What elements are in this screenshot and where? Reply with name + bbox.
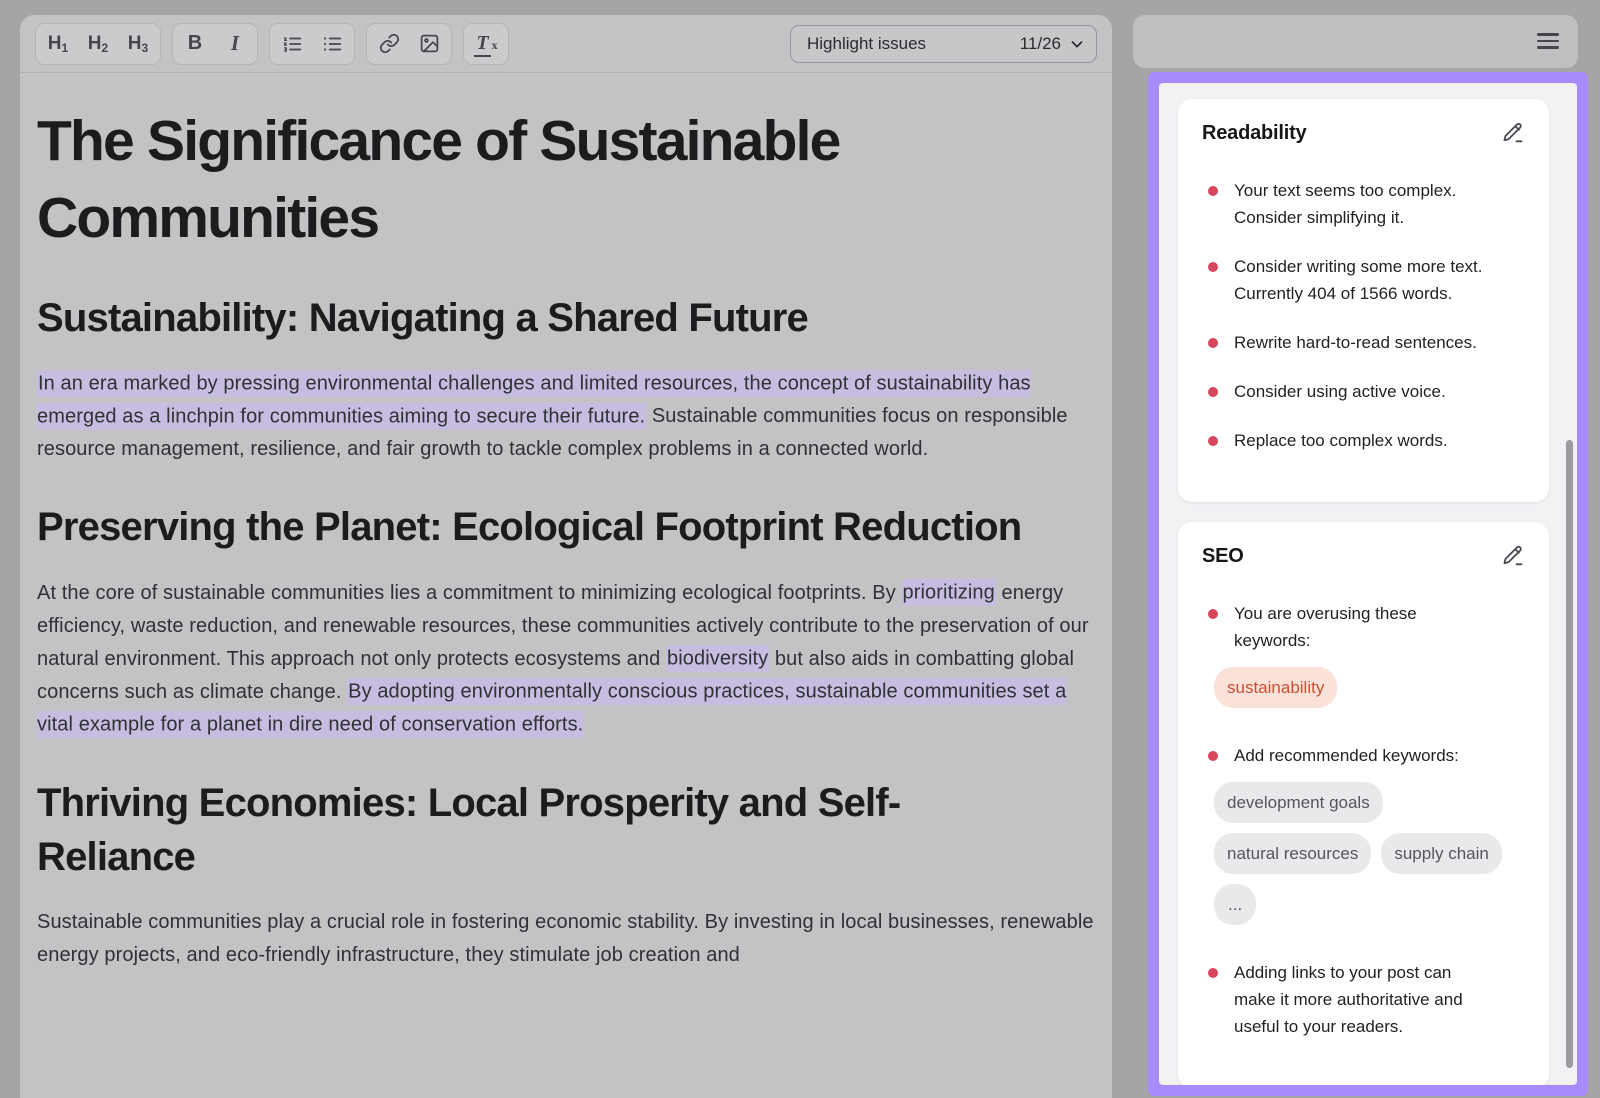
editor-toolbar: H1 H2 H3 B I [20, 15, 1112, 73]
issue-text: Consider using active voice. [1234, 378, 1490, 405]
bold-icon: B [188, 32, 202, 55]
h3-label: H [128, 33, 142, 55]
issue-item: Consider using active voice. [1202, 378, 1525, 405]
seo-card: SEO You are overusing these keywords:sus… [1178, 522, 1549, 1085]
doc-heading[interactable]: Thriving Economies: Local Prosperity and… [37, 776, 1037, 885]
list-button-group [269, 23, 355, 65]
issue-dot-icon [1208, 338, 1218, 348]
doc-heading[interactable]: Preserving the Planet: Ecological Footpr… [37, 500, 1037, 554]
highlight-issues-dropdown[interactable]: Highlight issues 11/26 [790, 25, 1097, 63]
image-button[interactable] [409, 26, 449, 62]
highlight-issues-label: Highlight issues [807, 34, 1020, 54]
h2-button[interactable]: H2 [78, 26, 118, 62]
issue-dot-icon [1208, 262, 1218, 272]
issue-dot-icon [1208, 387, 1218, 397]
document-body[interactable]: The Significance of Sustainable Communit… [20, 73, 1112, 972]
document-sections: Sustainability: Navigating a Shared Futu… [37, 291, 1095, 973]
issue-text: Your text seems too complex. Consider si… [1234, 177, 1490, 231]
issue-text: Consider writing some more text. Current… [1234, 253, 1490, 307]
issue-highlight[interactable]: biodiversity [666, 645, 769, 672]
keyword-pill[interactable]: development goals [1214, 782, 1383, 823]
keyword-pill[interactable]: supply chain [1381, 833, 1502, 874]
format-button-group: B I [172, 23, 258, 65]
app-window: H1 H2 H3 B I [0, 0, 1600, 1098]
issue-text: Add recommended keywords:development goa… [1234, 742, 1490, 937]
card-header: SEO [1202, 544, 1525, 568]
issues-count: 11/26 [1020, 34, 1061, 54]
issue-dot-icon [1208, 968, 1218, 978]
issue-dot-icon [1208, 751, 1218, 761]
issue-text: You are overusing these keywords:sustain… [1234, 600, 1490, 720]
doc-text[interactable]: Sustainable communities play a crucial r… [37, 911, 1094, 966]
panel-scrollbar[interactable] [1566, 440, 1573, 1068]
issue-dot-icon [1208, 186, 1218, 196]
link-button[interactable] [369, 26, 409, 62]
card-header: Readability [1202, 121, 1525, 145]
edit-pencil-icon[interactable] [1501, 121, 1525, 145]
doc-heading[interactable]: Sustainability: Navigating a Shared Futu… [37, 291, 1037, 345]
italic-icon: I [231, 31, 239, 56]
card-title: SEO [1202, 545, 1244, 568]
h1-button[interactable]: H1 [38, 26, 78, 62]
keyword-pills: sustainability [1214, 667, 1506, 708]
bold-button[interactable]: B [175, 26, 215, 62]
assistant-topbar [1133, 15, 1578, 68]
issue-highlight[interactable]: prioritizing [902, 579, 996, 606]
h1-label: H [48, 33, 62, 55]
menu-icon[interactable] [1537, 30, 1559, 52]
doc-paragraph[interactable]: Sustainable communities play a crucial r… [37, 906, 1095, 972]
assistant-panel: Readability Your text seems too complex.… [1159, 83, 1577, 1085]
heading-button-group: H1 H2 H3 [35, 23, 161, 65]
issue-item: Your text seems too complex. Consider si… [1202, 177, 1525, 231]
keyword-pills: development goals natural resourcessupply… [1214, 782, 1506, 925]
doc-paragraph[interactable]: At the core of sustainable communities l… [37, 577, 1095, 742]
ordered-list-icon [281, 33, 303, 55]
italic-button[interactable]: I [215, 26, 255, 62]
chevron-down-icon [1068, 35, 1086, 53]
issue-text: Rewrite hard-to-read sentences. [1234, 329, 1490, 356]
edit-pencil-icon[interactable] [1501, 544, 1525, 568]
h3-button[interactable]: H3 [118, 26, 158, 62]
keyword-pill[interactable]: sustainability [1214, 667, 1337, 708]
clear-formatting-icon: Tx [474, 32, 497, 55]
link-icon [379, 33, 400, 54]
h2-label: H [88, 33, 102, 55]
more-keywords-button[interactable]: ... [1214, 884, 1256, 925]
issue-item: You are overusing these keywords:sustain… [1202, 600, 1525, 720]
doc-paragraph[interactable]: In an era marked by pressing environment… [37, 367, 1095, 466]
doc-text[interactable]: At the core of sustainable communities l… [37, 582, 902, 604]
ordered-list-button[interactable] [272, 26, 312, 62]
assistant-spotlight-panel: Readability Your text seems too complex.… [1148, 72, 1588, 1096]
issue-dot-icon [1208, 609, 1218, 619]
keyword-pill[interactable]: natural resources [1214, 833, 1371, 874]
issue-item: Rewrite hard-to-read sentences. [1202, 329, 1525, 356]
clear-format-group: Tx [463, 23, 509, 65]
card-title: Readability [1202, 122, 1307, 145]
insert-button-group [366, 23, 452, 65]
image-icon [419, 33, 440, 54]
issue-item: Adding links to your post can make it mo… [1202, 959, 1525, 1040]
issue-item: Add recommended keywords:development goa… [1202, 742, 1525, 937]
issue-item: Replace too complex words. [1202, 427, 1525, 454]
issue-text: Adding links to your post can make it mo… [1234, 959, 1490, 1040]
bullet-list-button[interactable] [312, 26, 352, 62]
bullet-list-icon [321, 33, 343, 55]
issue-dot-icon [1208, 436, 1218, 446]
readability-card: Readability Your text seems too complex.… [1178, 99, 1549, 502]
document-title[interactable]: The Significance of Sustainable Communit… [37, 103, 1047, 257]
issue-item: Consider writing some more text. Current… [1202, 253, 1525, 307]
editor-panel: H1 H2 H3 B I [20, 15, 1112, 1098]
clear-formatting-button[interactable]: Tx [466, 26, 506, 62]
issue-text: Replace too complex words. [1234, 427, 1490, 454]
